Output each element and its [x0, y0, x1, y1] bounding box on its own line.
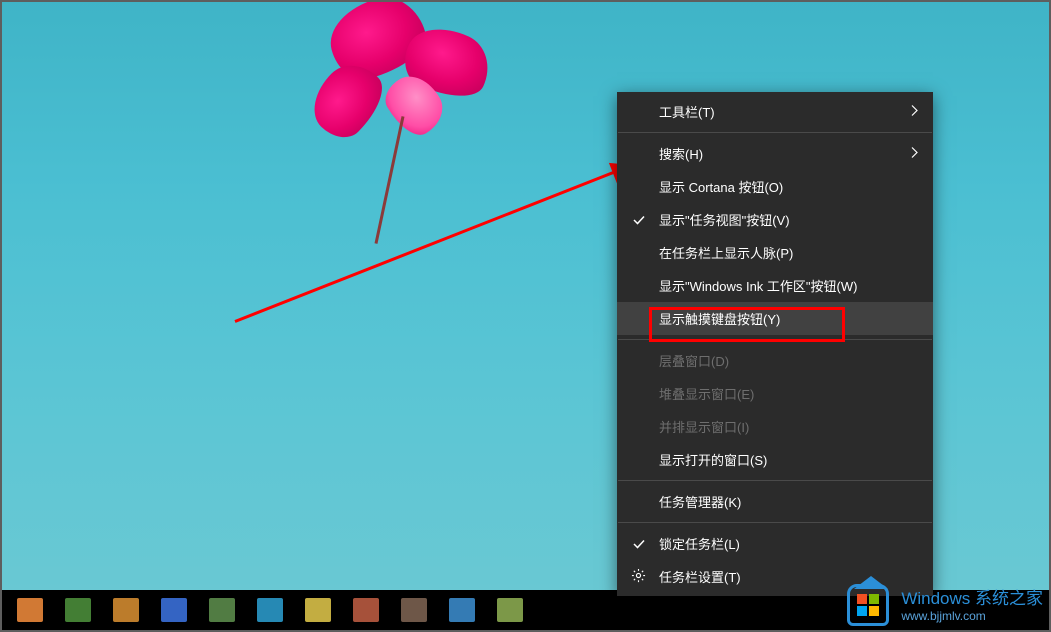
menu-label: 在任务栏上显示人脉(P) — [659, 243, 793, 262]
app-5-icon — [209, 598, 235, 622]
taskbar-app-2[interactable] — [56, 593, 100, 627]
taskbar-app-5[interactable] — [200, 593, 244, 627]
chevron-right-icon — [911, 146, 919, 161]
menu-label: 任务栏设置(T) — [659, 567, 741, 586]
menu-show-people[interactable]: 在任务栏上显示人脉(P) — [617, 236, 933, 269]
menu-lock-taskbar[interactable]: 锁定任务栏(L) — [617, 527, 933, 560]
chevron-right-icon — [911, 104, 919, 119]
menu-show-cortana[interactable]: 显示 Cortana 按钮(O) — [617, 170, 933, 203]
menu-label: 堆叠显示窗口(E) — [659, 384, 754, 403]
menu-label: 任务管理器(K) — [659, 492, 741, 511]
gear-icon — [631, 568, 646, 586]
watermark-text: Windows 系统之家 www.bjjmlv.com — [901, 589, 1043, 624]
app-11-icon — [497, 598, 523, 622]
menu-show-open-windows[interactable]: 显示打开的窗口(S) — [617, 443, 933, 476]
taskbar-app-1[interactable] — [8, 593, 52, 627]
app-2-icon — [65, 598, 91, 622]
app-3-icon — [113, 598, 139, 622]
app-10-icon — [449, 598, 475, 622]
taskbar-app-8[interactable] — [344, 593, 388, 627]
menu-separator — [618, 522, 932, 523]
desktop[interactable]: 工具栏(T) 搜索(H) 显示 Cortana 按钮(O) 显示"任务视图"按钮… — [0, 0, 1051, 632]
menu-search[interactable]: 搜索(H) — [617, 137, 933, 170]
app-1-icon — [17, 598, 43, 622]
menu-label: 并排显示窗口(I) — [659, 417, 749, 436]
menu-label: 显示触摸键盘按钮(Y) — [659, 309, 780, 328]
taskbar-context-menu: 工具栏(T) 搜索(H) 显示 Cortana 按钮(O) 显示"任务视图"按钮… — [617, 92, 933, 596]
menu-label: 层叠窗口(D) — [659, 351, 729, 370]
menu-label: 显示 Cortana 按钮(O) — [659, 177, 783, 196]
menu-separator — [618, 480, 932, 481]
menu-side-by-side: 并排显示窗口(I) — [617, 410, 933, 443]
app-9-icon — [401, 598, 427, 622]
menu-label: 显示打开的窗口(S) — [659, 450, 767, 469]
watermark: Windows 系统之家 www.bjjmlv.com — [847, 584, 1043, 628]
app-7-icon — [305, 598, 331, 622]
menu-stack-windows: 堆叠显示窗口(E) — [617, 377, 933, 410]
check-icon — [632, 537, 646, 551]
menu-label: 显示"任务视图"按钮(V) — [659, 210, 790, 229]
taskbar-app-4[interactable] — [152, 593, 196, 627]
app-6-icon — [257, 598, 283, 622]
taskbar-app-10[interactable] — [440, 593, 484, 627]
menu-label: 搜索(H) — [659, 144, 703, 163]
watermark-logo-icon — [847, 584, 891, 628]
taskbar-app-3[interactable] — [104, 593, 148, 627]
menu-cascade-windows: 层叠窗口(D) — [617, 344, 933, 377]
app-4-icon — [161, 598, 187, 622]
menu-label: 锁定任务栏(L) — [659, 534, 740, 553]
wallpaper-flower — [270, 0, 550, 270]
menu-separator — [618, 339, 932, 340]
menu-toolbars[interactable]: 工具栏(T) — [617, 95, 933, 128]
taskbar-app-11[interactable] — [488, 593, 532, 627]
taskbar-app-6[interactable] — [248, 593, 292, 627]
taskbar-app-7[interactable] — [296, 593, 340, 627]
menu-label: 显示"Windows Ink 工作区"按钮(W) — [659, 276, 857, 295]
menu-separator — [618, 132, 932, 133]
check-icon — [632, 213, 646, 227]
menu-show-taskview[interactable]: 显示"任务视图"按钮(V) — [617, 203, 933, 236]
menu-task-manager[interactable]: 任务管理器(K) — [617, 485, 933, 518]
taskbar-app-9[interactable] — [392, 593, 436, 627]
watermark-title: Windows 系统之家 — [901, 589, 1043, 609]
menu-label: 工具栏(T) — [659, 102, 715, 121]
menu-show-ink[interactable]: 显示"Windows Ink 工作区"按钮(W) — [617, 269, 933, 302]
watermark-url: www.bjjmlv.com — [901, 609, 1043, 623]
app-8-icon — [353, 598, 379, 622]
menu-show-touch-keyboard[interactable]: 显示触摸键盘按钮(Y) — [617, 302, 933, 335]
